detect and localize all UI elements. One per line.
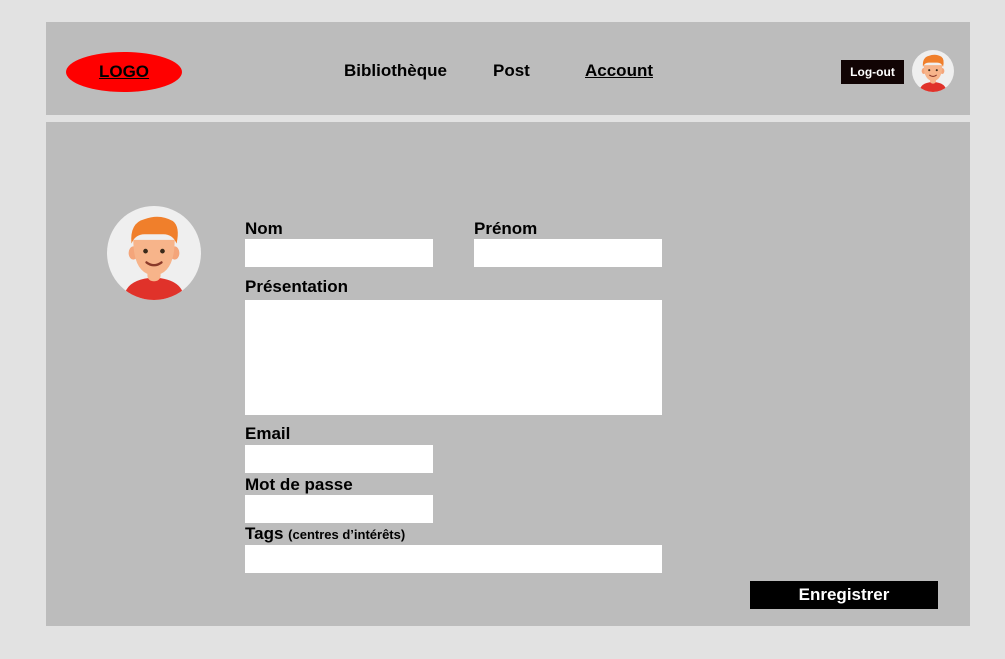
presentation-label: Présentation [245,277,348,296]
prenom-input[interactable] [474,239,662,267]
prenom-label: Prénom [474,219,538,238]
nav-link-account[interactable]: Account [585,61,653,81]
profile-avatar-icon[interactable] [107,206,201,300]
tags-input[interactable] [245,545,662,573]
save-button-label[interactable]: Enregistrer [799,585,890,605]
logo[interactable]: LOGO [66,52,182,92]
nav-link-post[interactable]: Post [493,61,530,81]
logo-label[interactable]: LOGO [99,62,149,82]
presentation-textarea[interactable] [245,300,662,415]
tags-label-text: Tags [245,524,284,543]
email-input[interactable] [245,445,433,473]
logout-button-label[interactable]: Log-out [850,65,895,79]
logout-button[interactable]: Log-out [841,60,904,84]
email-label: Email [245,424,291,443]
nom-label: Nom [245,219,283,238]
password-label: Mot de passe [245,475,353,494]
user-avatar-icon[interactable] [912,50,954,92]
nav-link-bibliotheque[interactable]: Bibliothèque [344,61,447,81]
password-input[interactable] [245,495,433,523]
tags-label: Tags (centres d’intérêts) [245,524,405,545]
tags-hint: (centres d’intérêts) [288,527,406,542]
header-bar: LOGO Bibliothèque Post Account Log-out [46,22,970,115]
profile-panel: Nom Prénom Présentation Email Mot de pas… [46,122,970,626]
nom-input[interactable] [245,239,433,267]
save-button[interactable]: Enregistrer [750,581,938,609]
